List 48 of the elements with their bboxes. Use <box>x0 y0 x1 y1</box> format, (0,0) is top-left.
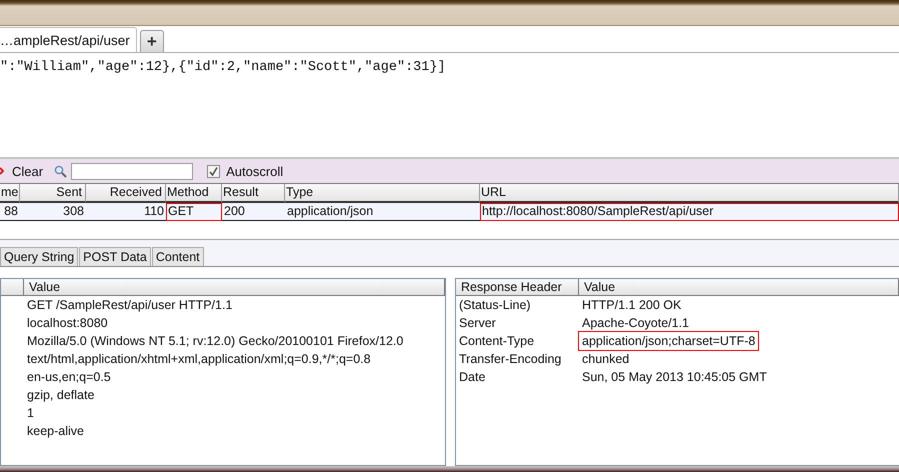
table-cell: http://localhost:8080/SampleRest/api/user <box>480 203 899 221</box>
column-header[interactable]: Type <box>285 184 480 203</box>
header-value: chunked <box>581 351 630 368</box>
header-value: Sun, 05 May 2013 10:45:05 GMT <box>581 369 768 386</box>
header-value: application/json;charset=UTF-8 <box>579 332 758 350</box>
table-cell: 200 <box>222 203 285 221</box>
header-name: Date <box>458 369 486 386</box>
detail-tab[interactable]: Query String <box>0 247 78 266</box>
table-cell: 88 <box>0 203 20 221</box>
search-field[interactable] <box>71 162 194 180</box>
column-header[interactable]: Value <box>24 279 445 296</box>
clear-button[interactable]: Clear <box>12 164 44 178</box>
header-name: Content-Type <box>458 333 536 350</box>
column-header[interactable]: me <box>0 184 20 203</box>
column-header[interactable]: Response Header <box>456 279 579 296</box>
header-value: keep-alive <box>26 423 85 440</box>
browser-tab[interactable]: …ampleRest/api/user <box>0 27 137 52</box>
column-header[interactable]: URL <box>480 184 899 203</box>
detail-tab[interactable]: POST Data <box>79 247 151 266</box>
search-icon <box>54 164 68 178</box>
header-value: GET /SampleRest/api/user HTTP/1.1 <box>26 297 234 314</box>
header-value: text/html,application/xhtml+xml,application/xml;q=0.9,*/*;q=0.8 <box>26 351 372 368</box>
column-header[interactable]: Result <box>222 184 285 203</box>
response-body-text: ":"William","age":12},{"id":2,"name":"Scott","age":31}] <box>0 60 446 75</box>
new-tab-button[interactable]: + <box>140 30 164 52</box>
detail-tab[interactable]: Content <box>152 247 204 266</box>
column-header[interactable] <box>1 279 24 296</box>
autoscroll-label: Autoscroll <box>226 164 284 178</box>
table-cell: application/json <box>285 203 480 221</box>
header-name: Server <box>458 315 497 332</box>
header-value: Mozilla/5.0 (Windows NT 5.1; rv:12.0) Gecko/20100101 Firefox/12.0 <box>26 333 404 350</box>
header-name: Transfer-Encoding <box>458 351 562 368</box>
table-cell: 308 <box>20 203 86 221</box>
header-value: 1 <box>26 405 35 422</box>
header-value: HTTP/1.1 200 OK <box>581 297 682 314</box>
column-header[interactable]: Sent <box>20 184 86 203</box>
column-header[interactable]: Method <box>166 184 222 203</box>
header-value: localhost:8080 <box>26 315 109 332</box>
header-value: Apache-Coyote/1.1 <box>581 315 690 332</box>
header-name: (Status-Line) <box>458 297 532 314</box>
column-header[interactable]: Value <box>579 279 899 296</box>
table-cell: GET <box>166 203 222 221</box>
header-value: gzip, deflate <box>26 387 96 404</box>
clear-icon <box>0 166 4 176</box>
autoscroll-checkbox[interactable] <box>207 164 220 178</box>
table-cell: 110 <box>86 203 166 221</box>
column-header[interactable]: Received <box>86 184 166 203</box>
header-value: en-us,en;q=0.5 <box>26 369 112 386</box>
